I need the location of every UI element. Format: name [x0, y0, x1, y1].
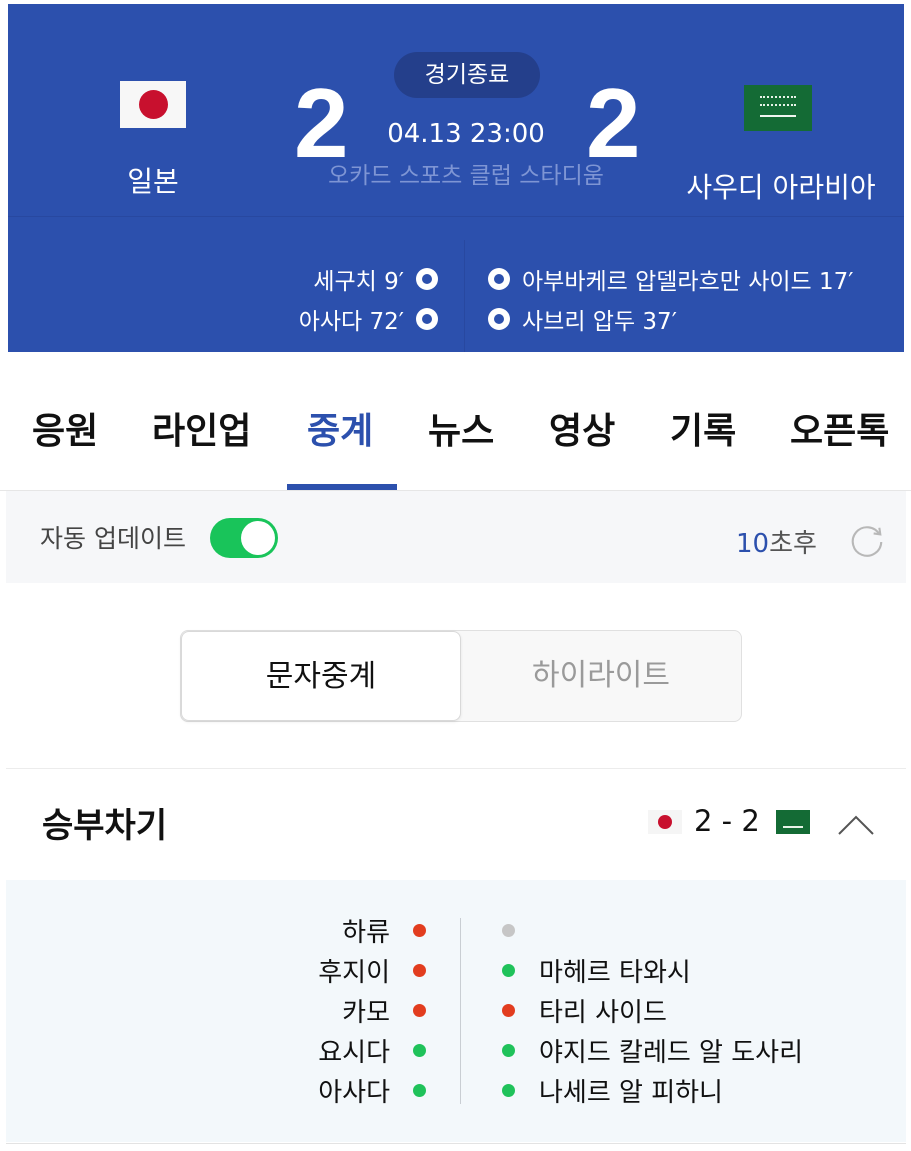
refresh-countdown: 10초후: [736, 523, 817, 560]
saudi-arabia-flag-icon: [776, 810, 810, 834]
shootout-away-kick: [502, 910, 902, 950]
kick-result-dot: [413, 1043, 426, 1057]
shootout-home-kick: 후지이: [206, 950, 426, 990]
soccer-ball-icon: [416, 308, 438, 330]
match-status-badge: 경기종료: [394, 52, 540, 98]
kick-result-dot: [413, 1083, 426, 1097]
shootout-divider: [460, 918, 461, 1104]
toggle-knob: [241, 521, 275, 555]
tab-records[interactable]: 기록: [670, 402, 736, 454]
goals-divider: [464, 240, 465, 352]
japan-flag-icon: [120, 81, 186, 128]
tab-lineup[interactable]: 라인업: [152, 402, 251, 454]
kick-result-dot: [502, 1083, 515, 1097]
kicker-name: 카모: [342, 997, 390, 1028]
shootout-home-kick: 아사다: [206, 1070, 426, 1110]
kicker-name: 요시다: [318, 1037, 390, 1068]
header-divider: [8, 216, 904, 217]
match-tabs: 응원 라인업 중계 뉴스 영상 기록 오픈톡: [0, 372, 911, 492]
kicker-name: 하류: [342, 917, 390, 948]
soccer-ball-icon: [488, 268, 510, 290]
kick-result-dot: [502, 923, 515, 937]
kick-result-dot: [413, 923, 426, 937]
countdown-unit: 초후: [769, 529, 817, 559]
soccer-ball-icon: [488, 308, 510, 330]
flag-sword-mark: [760, 115, 796, 117]
kicker-name: 타리 사이드: [539, 997, 667, 1028]
away-goal-item: 아부바케르 압델라흐만 사이드 17′: [488, 259, 888, 299]
goal-scorer: 세구치 9′: [313, 269, 404, 295]
bottom-divider: [6, 1143, 906, 1144]
match-header: 일본 2 경기종료 04.13 23:00 오카드 스포츠 클럽 스타디움 2 …: [8, 4, 904, 352]
stadium-name: 오카드 스포츠 클럽 스타디움: [328, 163, 604, 189]
away-goal-list: 아부바케르 압델라흐만 사이드 17′ 사브리 압두 37′: [488, 259, 888, 339]
tab-news[interactable]: 뉴스: [428, 402, 494, 454]
shootout-panel: 하류 후지이 카모 요시다 아사다 마헤르 타와시 타리 사이드 야지드 칼레드…: [6, 880, 906, 1142]
kicker-name: 야지드 칼레드 알 도사리: [539, 1037, 803, 1068]
shootout-title: 승부차기: [42, 806, 168, 846]
shootout-away-kick: 야지드 칼레드 알 도사리: [502, 1030, 902, 1070]
chevron-up-icon[interactable]: [836, 812, 876, 838]
shootout-away-kick: 나세르 알 피하니: [502, 1070, 902, 1110]
auto-update-label: 자동 업데이트: [40, 524, 186, 553]
japan-flag-icon: [648, 810, 682, 834]
home-goal-list: 세구치 9′ 아사다 72′: [208, 259, 438, 339]
section-divider: [6, 768, 906, 769]
goal-scorer: 아사다 72′: [298, 309, 404, 335]
kick-result-dot: [413, 1003, 426, 1017]
home-goal-item: 아사다 72′: [208, 299, 438, 339]
auto-update-toggle[interactable]: [210, 518, 278, 558]
soccer-ball-icon: [416, 268, 438, 290]
home-goal-item: 세구치 9′: [208, 259, 438, 299]
shootout-score: 2 - 2: [694, 804, 760, 838]
away-score: 2: [586, 68, 641, 178]
goal-scorer: 사브리 압두 37′: [522, 309, 677, 335]
kick-result-dot: [502, 1043, 515, 1057]
refresh-icon[interactable]: [848, 523, 886, 561]
kicker-name: 아사다: [318, 1077, 390, 1108]
away-goal-item: 사브리 압두 37′: [488, 299, 888, 339]
kick-result-dot: [413, 963, 426, 977]
tab-cheer[interactable]: 응원: [32, 402, 98, 454]
shootout-home-kick: 카모: [206, 990, 426, 1030]
shootout-home-kick: 하류: [206, 910, 426, 950]
tab-video[interactable]: 영상: [549, 402, 615, 454]
segment-text-broadcast[interactable]: 문자중계: [181, 631, 461, 721]
auto-update-bar: 자동 업데이트 10초후: [6, 491, 906, 583]
kicker-name: 후지이: [318, 957, 390, 988]
flag-script-mark: [760, 96, 796, 106]
kick-result-dot: [502, 963, 515, 977]
match-datetime: 04.13 23:00: [387, 119, 545, 149]
saudi-arabia-flag-icon: [744, 85, 812, 131]
broadcast-mode-segment: 문자중계 하이라이트: [180, 630, 742, 722]
shootout-away-kick: 타리 사이드: [502, 990, 902, 1030]
shootout-home-kick: 요시다: [206, 1030, 426, 1070]
kicker-name: 나세르 알 피하니: [539, 1077, 723, 1108]
countdown-value: 10: [736, 529, 770, 559]
goal-scorer: 아부바케르 압델라흐만 사이드 17′: [522, 269, 854, 295]
tab-opentalk[interactable]: 오픈톡: [790, 402, 889, 454]
tab-broadcast[interactable]: 중계: [307, 402, 373, 454]
kicker-name: 마헤르 타와시: [539, 957, 691, 988]
kick-result-dot: [502, 1003, 515, 1017]
away-team-name[interactable]: 사우디 아라비아: [663, 166, 899, 206]
home-team-name[interactable]: 일본: [88, 160, 218, 200]
shootout-away-kick: 마헤르 타와시: [502, 950, 902, 990]
segment-highlights[interactable]: 하이라이트: [461, 631, 741, 721]
